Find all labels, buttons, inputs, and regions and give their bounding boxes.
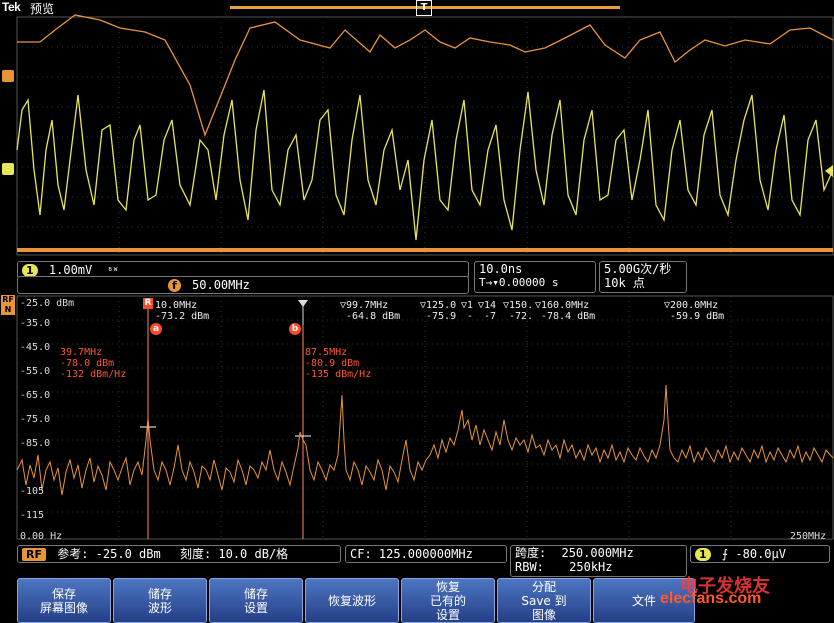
rf-ylabel: -55.0 (20, 366, 51, 377)
recall-waveform-button[interactable]: 恢复波形 (305, 578, 399, 623)
center-freq-readout[interactable]: CF: 125.000000MHz (345, 545, 507, 563)
rf-x-end: 250MHz (790, 531, 827, 542)
span-label: 跨度: (515, 546, 547, 560)
rf-ylabel: -105 (20, 486, 45, 497)
rf-channel-marker[interactable]: RF N (1, 295, 15, 315)
trigger-level: -80.0μV (735, 547, 786, 561)
marker-readout: ▽99.7MHz -64.8 dBm (340, 300, 401, 322)
trigger-chip: 1 (695, 548, 711, 561)
math-readout[interactable]: f 50.00MHz (17, 276, 469, 294)
math-freq: 50.00MHz (192, 278, 250, 292)
rbw-value: 250kHz (569, 560, 613, 574)
rising-edge-icon: ⨍ (721, 547, 729, 561)
marker-readout: ▽125.0 -75.9 (420, 300, 457, 322)
save-screen-image-button[interactable]: 保存 屏幕图像 (17, 578, 111, 623)
reference-marker[interactable]: R (143, 298, 153, 309)
time-graticule (16, 16, 834, 256)
cursor-b-tag[interactable]: b (289, 323, 301, 335)
marker-readout: ▽150. -72. (503, 300, 534, 322)
marker-readout: ▽1- (461, 300, 474, 322)
cursor-b-readout: 87.5MHz -80.9 dBm -135 dBm/Hz (305, 347, 372, 380)
sample-rate: 5.00G次/秒 (604, 262, 672, 276)
assign-save-button[interactable]: 分配 Save 到 图像 (497, 578, 591, 623)
span-value: 250.000MHz (561, 546, 634, 560)
rf-ref-label: -25.0 dBm (20, 298, 75, 309)
span-rbw-readout[interactable]: 跨度: 250.000MHz RBW: 250kHz (510, 545, 687, 577)
marker-r-readout: 10.0MHz -73.2 dBm (155, 300, 210, 322)
rf-ylabel: -115 (20, 510, 45, 521)
math-chip: f (168, 279, 181, 292)
trigger-position: T→▾0.00000 s (479, 276, 559, 289)
rf-ylabel: -65.0 (20, 390, 51, 401)
save-setup-button[interactable]: 储存 设置 (209, 578, 303, 623)
save-waveform-button[interactable]: 储存 波形 (113, 578, 207, 623)
channel1-scale: 1.00mV (48, 263, 93, 277)
center-freq: CF: 125.000000MHz (350, 547, 473, 561)
timebase-readout[interactable]: 10.0ns T→▾0.00000 s (474, 261, 596, 293)
marker-readout: ▽160.0MHz -78.4 dBm (535, 300, 596, 322)
trigger-readout[interactable]: 1 ⨍ -80.0μV (690, 545, 830, 563)
cursor-a-tag[interactable]: a (150, 323, 162, 335)
rf-ylabel: -35.0 (20, 318, 51, 329)
rf-graticule (16, 295, 834, 540)
record-length: 10k 点 (604, 276, 645, 290)
cursor-a-readout: 39.7MHz -78.0 dBm -132 dBm/Hz (60, 347, 127, 380)
rf-chip: RF (22, 548, 46, 561)
acquisition-readout[interactable]: 5.00G次/秒 10k 点 (599, 261, 687, 293)
rf-level-readout[interactable]: RF 参考: -25.0 dBm 刻度: 10.0 dB/格 (17, 545, 341, 563)
timebase-scale: 10.0ns (479, 262, 523, 276)
vertical-scale: 刻度: 10.0 dB/格 (179, 547, 289, 561)
rf-ylabel: -45.0 (20, 342, 51, 353)
ref-level: 参考: -25.0 dBm (57, 547, 161, 561)
rf-ylabel: -75.0 (20, 414, 51, 425)
recall-setup-button[interactable]: 恢复 已有的 设置 (401, 578, 495, 623)
marker-readout: ▽200.0MHz -59.9 dBm (664, 300, 725, 322)
watermark-url: elecfans.com (660, 590, 762, 607)
marker-readout: ▽14 -7 (478, 300, 497, 322)
rf-x-start: 0.00 Hz (20, 531, 63, 542)
rf-ylabel: -85.0 (20, 438, 51, 449)
rbw-label: RBW: (515, 560, 544, 574)
